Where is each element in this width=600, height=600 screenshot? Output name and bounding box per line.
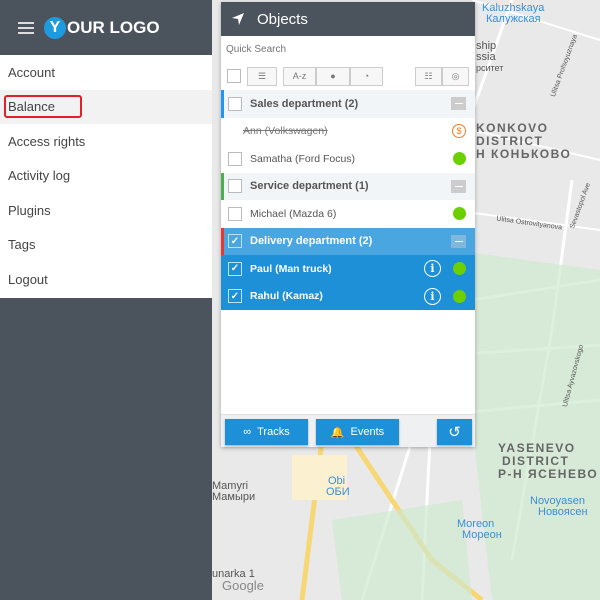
menu-item-tags[interactable]: Tags <box>0 228 212 263</box>
group-checkbox[interactable] <box>228 179 242 194</box>
info-icon[interactable]: i <box>424 287 441 305</box>
object-checkbox[interactable] <box>228 151 242 166</box>
bell-icon: 🔔 <box>330 426 345 439</box>
map-label: Калужская <box>486 13 541 25</box>
menu-item-plugins[interactable]: Plugins <box>0 193 212 228</box>
group-sales[interactable]: Sales department (2) <box>221 90 475 118</box>
logo-text: OUR LOGO <box>67 17 160 37</box>
map-label: ОБИ <box>326 486 350 498</box>
map-label: рситет <box>476 63 504 73</box>
events-button[interactable]: 🔔 Events <box>316 419 399 445</box>
logo: Y <box>44 16 66 39</box>
online-status-icon <box>453 262 466 276</box>
tracks-button[interactable]: ∞ Tracks <box>225 419 308 445</box>
map-label: Новоясен <box>538 506 588 518</box>
objects-panel: Objects ☰ A-z ● ◔ ☷ ◎ Sales department (… <box>221 2 475 447</box>
group-checkbox[interactable] <box>228 96 242 111</box>
object-checkbox[interactable]: ✓ <box>228 261 242 276</box>
history-icon: ↺ <box>448 424 461 441</box>
panel-header: Objects <box>221 2 475 36</box>
hamburger-menu-icon[interactable] <box>18 21 34 34</box>
google-logo: Google <box>222 578 264 593</box>
navigation-arrow-icon <box>232 13 244 25</box>
group-delivery[interactable]: ✓ Delivery department (2) <box>221 227 475 255</box>
online-status-icon <box>453 152 466 166</box>
quick-search-input[interactable] <box>221 36 475 62</box>
object-row[interactable]: Samatha (Ford Focus) <box>221 145 475 173</box>
group-service[interactable]: Service department (1) <box>221 172 475 200</box>
map-label: Р-Н ЯСЕНЕВО <box>498 467 599 481</box>
menu-item-activity-log[interactable]: Activity log <box>0 159 212 194</box>
list-view-icon[interactable]: ☰ <box>247 66 277 86</box>
object-checkbox[interactable] <box>228 206 242 221</box>
sidebar-header: Y OUR LOGO <box>0 0 212 55</box>
map-label: Мореон <box>462 529 502 541</box>
map-label: Мамыри <box>212 491 256 503</box>
menu-item-access-rights[interactable]: Access rights <box>0 124 212 159</box>
object-row[interactable]: ✓ Rahul (Kamaz) i <box>221 282 475 310</box>
object-checkbox[interactable]: ✓ <box>228 289 242 304</box>
object-row[interactable]: Ann (Volkswagen) $ <box>221 118 475 146</box>
select-all-checkbox[interactable] <box>227 69 241 83</box>
online-status-icon <box>453 289 466 303</box>
object-row[interactable]: ✓ Paul (Man truck) i <box>221 255 475 283</box>
tracks-icon: ∞ <box>243 426 252 438</box>
panel-title: Objects <box>257 10 308 28</box>
menu-item-account[interactable]: Account <box>0 55 212 90</box>
menu-item-logout[interactable]: Logout <box>0 262 212 297</box>
sort-status-icon[interactable]: ● <box>316 66 350 86</box>
sort-speed-icon[interactable]: ◔ <box>350 66 383 86</box>
account-menu: Account Balance Access rights Activity l… <box>0 55 212 298</box>
filter-settings-icon[interactable]: ☷ <box>415 66 442 86</box>
collapse-icon[interactable] <box>451 97 466 111</box>
sort-az-button[interactable]: A-z <box>283 66 316 86</box>
object-row[interactable]: Michael (Mazda 6) <box>221 200 475 228</box>
toolbar: ☰ A-z ● ◔ ☷ ◎ <box>221 62 475 90</box>
sidebar: Y OUR LOGO Account Balance Access rights… <box>0 0 212 600</box>
collapse-icon[interactable] <box>451 234 466 248</box>
locate-icon[interactable]: ◎ <box>442 66 469 86</box>
info-icon[interactable]: i <box>424 260 441 278</box>
online-status-icon <box>453 207 466 221</box>
balance-warning-icon: $ <box>452 124 466 139</box>
history-button[interactable]: ↺ <box>437 419 472 445</box>
collapse-icon[interactable] <box>451 179 466 193</box>
group-checkbox[interactable]: ✓ <box>228 234 242 249</box>
map-label: Н КОНЬКОВО <box>476 147 572 161</box>
menu-item-balance[interactable]: Balance <box>0 89 212 124</box>
panel-footer: ∞ Tracks 🔔 Events ↺ <box>221 414 475 447</box>
